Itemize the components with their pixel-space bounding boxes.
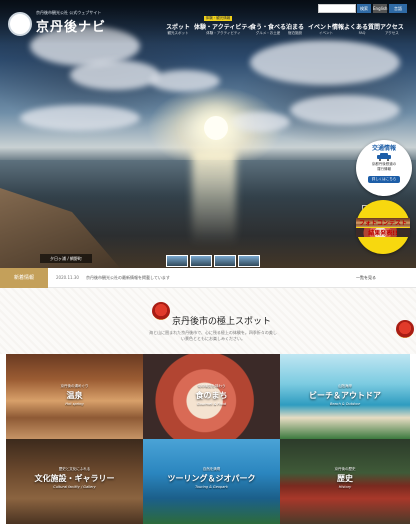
nav-item-activity[interactable]: 体験・アクティビティ 体験・アクティビティ: [194, 22, 253, 36]
news-link[interactable]: 京丹後市観光公社の最新情報を掲載しています: [86, 268, 170, 288]
search-button[interactable]: 検索: [357, 4, 371, 13]
slide-thumb[interactable]: [214, 255, 236, 267]
news-label: 新着情報: [0, 268, 48, 288]
hero-caption: 夕日ヶ浦 / 網野町: [40, 254, 92, 263]
shishi-mascot-icon: [396, 320, 414, 338]
sun-reflection: [192, 150, 236, 245]
nav-badge: 体験・観光情報: [204, 16, 232, 21]
site-title[interactable]: 京丹後ナビ: [36, 16, 106, 35]
tile-label: 歴史: [337, 474, 353, 483]
nav-sublabel: グルメ・お土産: [255, 31, 281, 35]
tile-subtitle: 山陰海岸: [338, 384, 352, 388]
tile-subtitle: 京丹後の湯めぐり: [60, 384, 89, 388]
nav-label: 体験・アクティビティ: [194, 24, 253, 31]
nav-sublabel: FAQ: [358, 31, 366, 35]
spot-tile-culture[interactable]: 歴史と文化にふれる 文化施設・ギャラリー Cultural facility /…: [6, 439, 143, 524]
slide-thumb[interactable]: [238, 255, 260, 267]
traffic-info-bubble[interactable]: 交通情報 京都丹後鉄道の 運行情報 詳しくはこちら: [356, 140, 412, 196]
spot-tile-beach[interactable]: 山陰海岸 ビーチ＆アウトドア Beach & Outdoor: [280, 354, 410, 439]
logo-icon[interactable]: [8, 12, 32, 36]
traffic-desc-line2: 運行情報: [377, 167, 391, 171]
tile-subtitle: 歴史と文化にふれる: [58, 467, 91, 471]
news-list-link[interactable]: 一覧を見る: [356, 268, 376, 288]
nav-sublabel: 宿泊施設: [288, 31, 302, 35]
tile-label: ツーリング＆ジオパーク: [167, 474, 256, 483]
tile-en: Touring & Geopark: [195, 485, 228, 489]
nav-item-eat[interactable]: 食う・食べる グルメ・お土産: [250, 22, 286, 36]
tile-en: Beach & Outdoor: [329, 402, 361, 406]
tile-en: Cultural facility / Gallery: [53, 485, 96, 489]
language-button[interactable]: 言語: [389, 4, 407, 13]
nav-item-spot[interactable]: スポット 観光スポット: [166, 22, 190, 36]
nav-sublabel: イベント: [319, 31, 333, 35]
slide-thumbnails: [166, 252, 262, 267]
nav-sublabel: 体験・アクティビティ: [206, 31, 241, 35]
car-icon: [377, 153, 391, 161]
cloud: [70, 60, 160, 90]
cloud: [230, 112, 290, 132]
spot-tile-food[interactable]: 旬の味覚を味わう 食のまち Gourmet & Food: [143, 354, 280, 439]
search-input[interactable]: [318, 4, 356, 13]
contest-line1: フォトコンテスト: [356, 218, 410, 227]
photo-contest-bubble[interactable]: フォトコンテスト 結果発表!!: [356, 200, 410, 254]
tile-en: Gourmet & Food: [197, 402, 226, 406]
tile-label: ビーチ＆アウトドア: [309, 391, 381, 400]
spot-tile-onsen[interactable]: 京丹後の湯めぐり 温泉 Hot spring: [6, 354, 143, 439]
traffic-title: 交通情報: [371, 145, 396, 152]
cloud: [290, 95, 400, 125]
section-title: 京丹後市の極上スポット: [172, 317, 272, 327]
tile-en: Hot spring: [65, 402, 84, 406]
nav-sublabel: 観光スポット: [167, 31, 189, 35]
nav-item-event[interactable]: イベント情報 イベント: [308, 22, 344, 36]
nav-label: 泊まる: [286, 24, 305, 31]
contest-line2: 結果発表!!: [356, 228, 410, 237]
nav-item-faq[interactable]: よくある質問 FAQ: [344, 22, 380, 35]
nav-label: アクセス: [380, 24, 404, 31]
nav-item-stay[interactable]: 泊まる 宿泊施設: [286, 22, 304, 36]
news-bar: 新着情報 2020.11.30 京丹後市観光公社の最新情報を掲載しています 一覧…: [0, 268, 416, 288]
cloud: [150, 70, 220, 92]
tile-en: History: [338, 485, 352, 489]
sun: [204, 116, 228, 140]
nav-label: スポット: [166, 24, 191, 31]
spot-tile-history[interactable]: 京丹後の歴史 歴史 History: [280, 439, 410, 524]
tile-subtitle: 旬の味覚を味わう: [197, 384, 226, 388]
slide-thumb[interactable]: [166, 255, 188, 267]
cloud: [250, 40, 400, 85]
shishi-mascot-icon: [152, 302, 170, 320]
nav-label: よくある質問: [344, 24, 381, 31]
nav-label: 食う・食べる: [250, 24, 287, 31]
news-date: 2020.11.30: [56, 275, 79, 280]
nav-label: イベント情報: [308, 24, 345, 31]
traffic-desc-line1: 京都丹後鉄道の: [371, 162, 397, 166]
traffic-desc: 京都丹後鉄道の 運行情報: [356, 162, 412, 172]
english-button[interactable]: English: [373, 4, 387, 13]
slide-thumb[interactable]: [190, 255, 212, 267]
nav-sublabel: アクセス: [384, 31, 399, 35]
spot-tile-touring[interactable]: 自然を満喫 ツーリング＆ジオパーク Touring & Geopark: [143, 439, 280, 524]
tile-label: 文化施設・ギャラリー: [34, 474, 115, 483]
cloud: [20, 105, 140, 131]
traffic-detail-button[interactable]: 詳しくはこちら: [368, 176, 400, 183]
nav-item-access[interactable]: アクセス アクセス: [380, 22, 404, 36]
section-description: 海と山に囲まれた京丹後市で、心に残る極上の体験を。四季折々の美しい景色とともにお…: [149, 330, 277, 341]
tile-subtitle: 自然を満喫: [202, 467, 221, 471]
tile-label: 食のまち: [195, 391, 228, 400]
tile-subtitle: 京丹後の歴史: [334, 467, 356, 471]
tile-label: 温泉: [66, 391, 83, 400]
